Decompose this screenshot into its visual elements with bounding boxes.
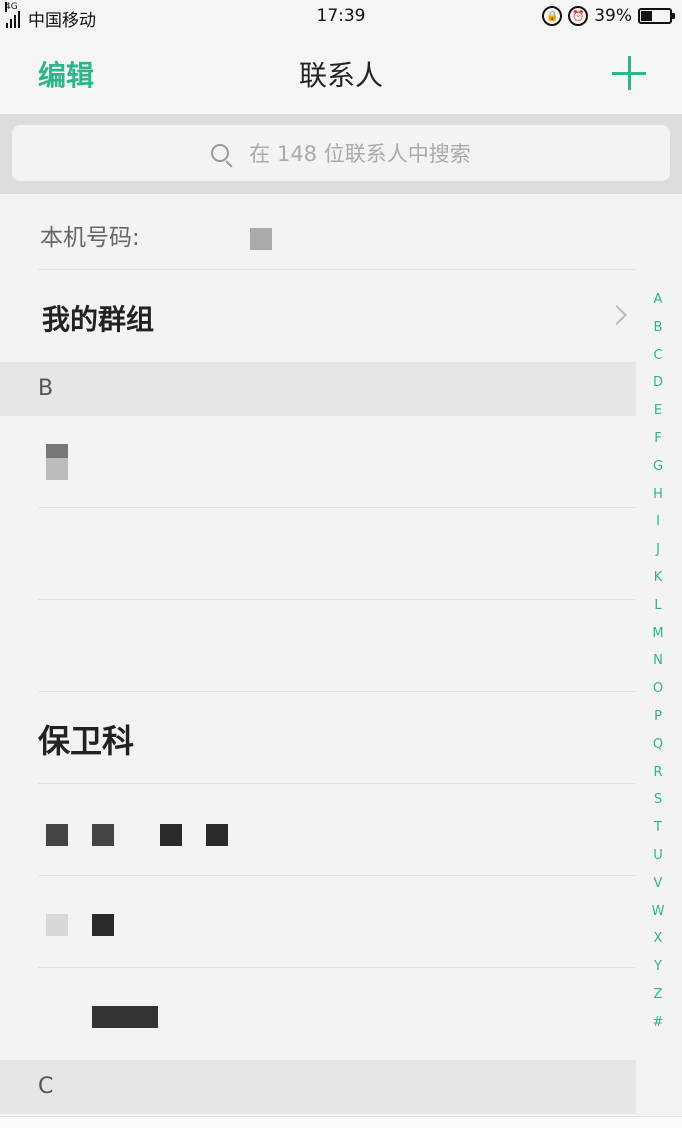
index-letter[interactable]: C <box>653 342 662 370</box>
index-letter[interactable]: B <box>654 314 663 342</box>
section-letter: C <box>38 1074 54 1099</box>
index-letter[interactable]: N <box>653 647 663 675</box>
search-input[interactable]: 在 148 位联系人中搜索 <box>12 125 670 181</box>
index-letter[interactable]: H <box>653 481 663 509</box>
plus-icon[interactable] <box>612 56 646 90</box>
index-letter[interactable]: K <box>654 564 663 592</box>
search-icon <box>211 144 230 162</box>
index-letter[interactable]: D <box>653 369 663 397</box>
index-letter[interactable]: E <box>654 397 662 425</box>
index-letter[interactable]: W <box>652 898 665 926</box>
index-letter[interactable]: L <box>654 592 661 620</box>
redacted-block <box>46 458 68 480</box>
my-groups-row[interactable]: 我的群组 <box>0 270 636 362</box>
index-letter[interactable]: P <box>654 703 662 731</box>
index-letter[interactable]: F <box>654 425 661 453</box>
chevron-right-icon <box>607 305 627 325</box>
contact-row[interactable] <box>0 876 636 968</box>
my-number-label: 本机号码: <box>40 225 140 251</box>
redacted-block <box>92 914 114 936</box>
index-letter[interactable]: # <box>653 1009 664 1037</box>
search-area: 在 148 位联系人中搜索 <box>0 114 682 194</box>
contact-row[interactable] <box>0 784 636 876</box>
alarm-clock-icon: ⏰ <box>568 6 589 26</box>
redacted-block <box>46 914 68 936</box>
redacted-block <box>92 1006 158 1028</box>
contact-row[interactable] <box>0 600 636 692</box>
section-letter: B <box>38 376 54 401</box>
redacted-block <box>250 228 272 250</box>
page-title: 联系人 <box>298 59 383 92</box>
index-letter[interactable]: U <box>653 842 663 870</box>
index-letter[interactable]: X <box>654 925 663 953</box>
redacted-block <box>206 824 228 846</box>
alphabet-index[interactable]: A B C D E F G H I J K L M N O P Q R S T … <box>648 286 668 1037</box>
battery-percent: 39% <box>594 6 632 26</box>
nav-bar: 编辑 联系人 <box>0 34 682 114</box>
index-letter[interactable]: Q <box>653 731 663 759</box>
index-letter[interactable]: Y <box>654 953 662 981</box>
redacted-block <box>160 824 182 846</box>
redacted-block <box>92 824 114 846</box>
index-letter[interactable]: O <box>653 675 663 703</box>
index-letter[interactable]: Z <box>654 981 663 1009</box>
redacted-block <box>46 824 68 846</box>
battery-icon <box>638 8 675 24</box>
contact-row[interactable] <box>0 508 636 600</box>
status-right: 🔒 ⏰ 39% <box>542 6 675 26</box>
index-letter[interactable]: A <box>654 286 663 314</box>
contact-row[interactable]: 保卫科 <box>0 692 636 784</box>
contact-row[interactable] <box>0 416 636 508</box>
redacted-block <box>46 444 68 458</box>
section-header-c: C <box>0 1060 636 1114</box>
index-letter[interactable]: G <box>653 453 663 481</box>
my-number-row[interactable]: 本机号码: <box>0 194 636 270</box>
rotation-lock-icon: 🔒 <box>542 6 563 26</box>
index-letter[interactable]: V <box>654 870 663 898</box>
index-letter[interactable]: S <box>654 786 662 814</box>
bottom-bar <box>0 1116 682 1128</box>
contact-row[interactable] <box>0 968 636 1060</box>
search-placeholder: 在 148 位联系人中搜索 <box>249 142 471 166</box>
index-letter[interactable]: J <box>656 536 660 564</box>
index-letter[interactable]: T <box>654 814 662 842</box>
my-groups-label: 我的群组 <box>42 303 155 336</box>
contact-name: 保卫科 <box>38 722 135 760</box>
index-letter[interactable]: I <box>656 508 660 536</box>
status-bar: 4G 中国移动 17:39 🔒 ⏰ 39% <box>0 0 682 34</box>
index-letter[interactable]: R <box>653 759 662 787</box>
index-letter[interactable]: M <box>652 620 663 648</box>
section-header-b: B <box>0 362 636 416</box>
